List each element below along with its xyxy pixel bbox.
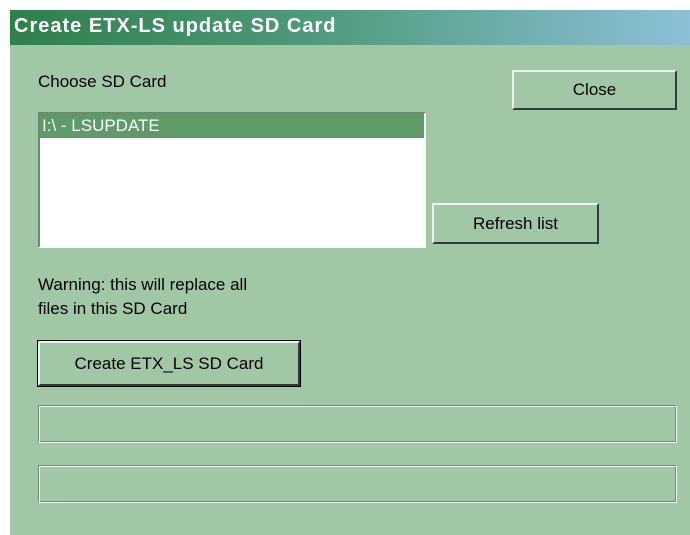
progress-bar-1 bbox=[38, 405, 677, 443]
choose-sd-card-label: Choose SD Card bbox=[38, 72, 167, 91]
window-title: Create ETX-LS update SD Card bbox=[14, 15, 337, 37]
progress-bar-2 bbox=[38, 465, 677, 503]
warning-text-line2: files in this SD Card bbox=[38, 299, 188, 318]
refresh-list-button[interactable]: Refresh list bbox=[432, 203, 599, 244]
title-bar[interactable]: Create ETX-LS update SD Card bbox=[10, 10, 690, 45]
sd-card-list-item[interactable]: I:\ - LSUPDATE bbox=[40, 114, 424, 138]
warning-text-line1: Warning: this will replace all bbox=[38, 275, 248, 294]
dialog-window: Create ETX-LS update SD Card Choose SD C… bbox=[10, 10, 690, 535]
create-sd-card-button[interactable]: Create ETX_LS SD Card bbox=[37, 340, 301, 387]
close-button[interactable]: Close bbox=[512, 70, 677, 110]
sd-card-listbox[interactable]: I:\ - LSUPDATE bbox=[38, 112, 426, 248]
